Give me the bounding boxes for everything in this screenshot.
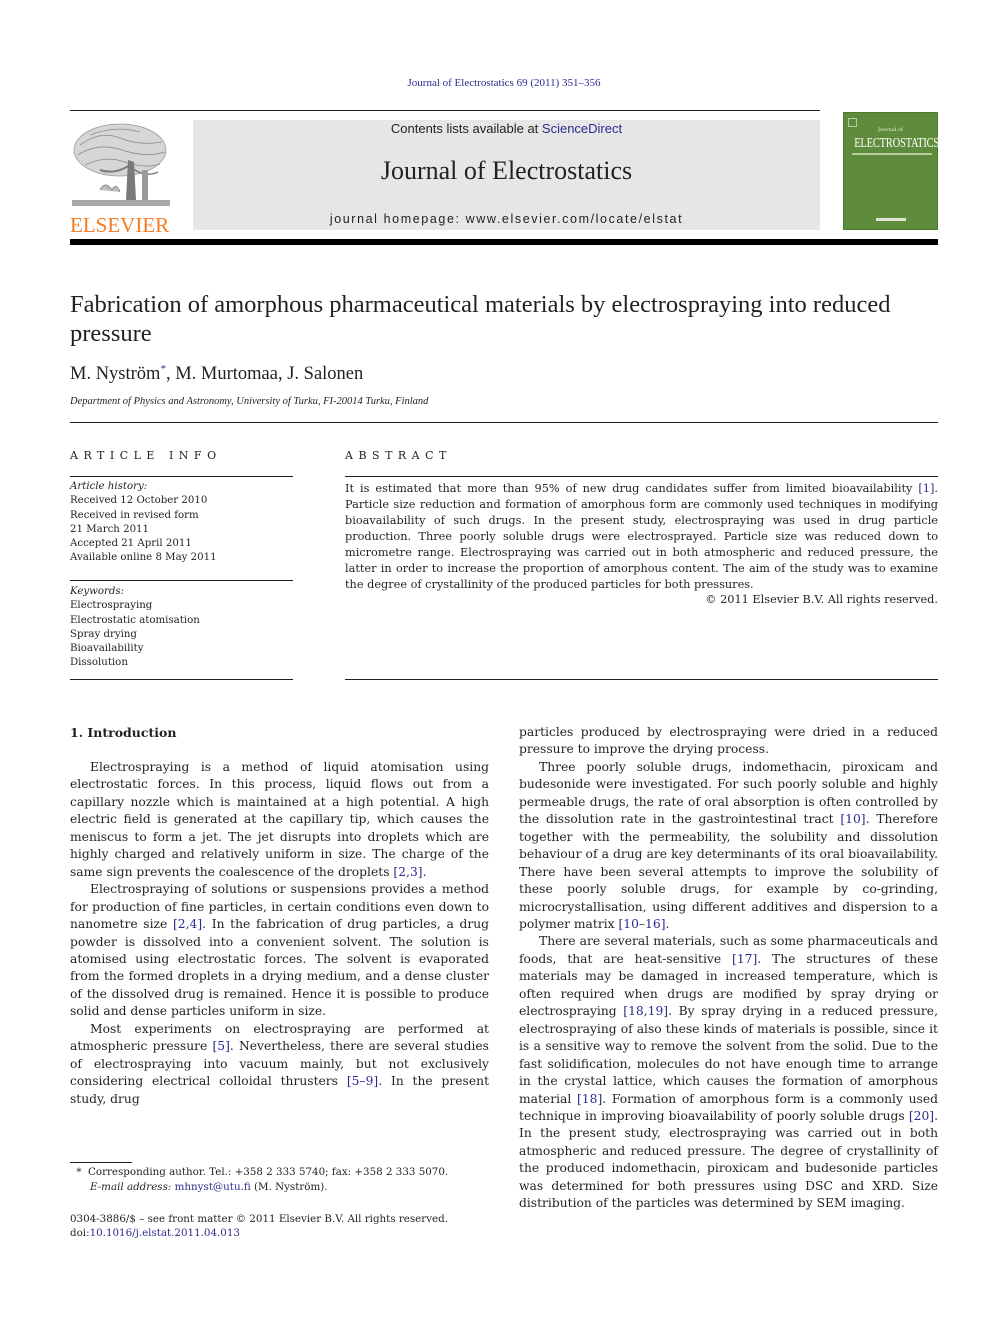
keywords: Keywords: Electrospraying Electrostatic …: [70, 585, 293, 671]
body-paragraph: Three poorly soluble drugs, indomethacin…: [519, 759, 938, 934]
footnote-rule: [70, 1162, 132, 1163]
front-matter-line: 0304-3886/$ – see front matter © 2011 El…: [70, 1213, 448, 1225]
reference-link[interactable]: [10]: [840, 812, 865, 826]
body-paragraph: particles produced by electrospraying we…: [519, 724, 938, 759]
cover-tagline: [852, 153, 932, 155]
history-item: Available online 8 May 2011: [70, 552, 217, 564]
journal-cover-thumbnail[interactable]: Journal of ELECTROSTATICS: [843, 112, 940, 230]
abstract-copyright: © 2011 Elsevier B.V. All rights reserved…: [705, 593, 938, 606]
contents-prefix: Contents lists available at: [390, 121, 542, 136]
corresponding-author-note: Corresponding author. Tel.: +358 2 333 5…: [88, 1166, 449, 1178]
email-label: E-mail address:: [90, 1181, 175, 1193]
cover-publisher-mark: [876, 218, 906, 221]
body-paragraph: Electrospraying is a method of liquid at…: [70, 759, 489, 881]
front-matter: 0304-3886/$ – see front matter © 2011 El…: [70, 1212, 500, 1240]
cover-subtitle: Journal of: [878, 127, 903, 133]
elsevier-tree-icon: [72, 123, 170, 206]
author-separator: ,: [165, 364, 176, 385]
sciencedirect-link[interactable]: ScienceDirect: [542, 121, 622, 136]
journal-citation-link[interactable]: Journal of Electrostatics 69 (2011) 351–…: [0, 77, 992, 89]
article-info-rule: [70, 476, 293, 477]
cover-title: ELECTROSTATICS: [854, 135, 940, 150]
elsevier-logo[interactable]: ELSEVIER: [70, 120, 172, 236]
history-item: Accepted 21 April 2011: [70, 538, 192, 550]
paragraph-text: .: [422, 864, 427, 879]
paragraph-text: . In the fabrication of drug particles, …: [70, 917, 489, 1019]
article-history: Article history: Received 12 October 201…: [70, 480, 293, 566]
reference-link[interactable]: [20]: [909, 1109, 934, 1123]
article-info-heading: ARTICLE INFO: [70, 449, 222, 462]
body-column-right: particles produced by electrospraying we…: [519, 724, 938, 1213]
journal-title: Journal of Electrostatics: [380, 156, 633, 185]
reference-link[interactable]: [5]: [212, 1039, 229, 1053]
email-link[interactable]: mhnyst@utu.fi: [175, 1181, 251, 1193]
journal-homepage[interactable]: journal homepage: www.elsevier.com/locat…: [193, 212, 820, 226]
footnote-corresponding: * Corresponding author. Tel.: +358 2 333 …: [70, 1165, 500, 1195]
abstract-body: It is estimated that more than 95% of ne…: [345, 482, 919, 495]
reference-link[interactable]: [2,4]: [173, 917, 202, 931]
reference-link[interactable]: [18]: [577, 1092, 602, 1106]
abstract-body: . Particle size reduction and formation …: [345, 482, 938, 591]
header-rule: [70, 110, 820, 111]
keywords-label: Keywords:: [70, 586, 125, 597]
paragraph-text: . In the present study, electrospraying …: [519, 1108, 938, 1211]
affiliation: Department of Physics and Astronomy, Uni…: [70, 396, 429, 407]
abstract-text: It is estimated that more than 95% of ne…: [345, 481, 938, 593]
section-heading: 1. Introduction: [70, 725, 177, 740]
history-item: 21 March 2011: [70, 523, 150, 535]
abstract-heading: ABSTRACT: [345, 449, 452, 462]
article-title: Fabrication of amorphous pharmaceutical …: [70, 291, 891, 347]
email-suffix: (M. Nyström).: [250, 1181, 328, 1193]
author-name[interactable]: M. Nyström: [70, 364, 160, 384]
paragraph-text: particles produced by electrospraying we…: [519, 725, 938, 757]
keywords-rule: [70, 580, 293, 581]
article-info-bottom-rule: [70, 679, 293, 680]
journal-masthead: Contents lists available at ScienceDirec…: [193, 120, 820, 230]
reference-link[interactable]: [10–16]: [618, 917, 665, 931]
reference-link[interactable]: [18,19]: [623, 1004, 668, 1018]
abstract-bottom-rule: [345, 679, 938, 680]
author-name[interactable]: J. Salonen: [287, 364, 363, 384]
paragraph-text: Electrospraying is a method of liquid at…: [70, 760, 489, 879]
paragraph-text: . Therefore together with the permeabili…: [519, 812, 938, 931]
body-paragraph: Most experiments on electrospraying are …: [70, 1021, 489, 1108]
reference-link[interactable]: [5–9]: [347, 1074, 378, 1088]
keyword: Bioavailability: [70, 643, 144, 655]
keyword: Electrostatic atomisation: [70, 614, 200, 626]
paragraph-text: . By spray drying in a reduced pressure,…: [519, 1004, 938, 1106]
doi-label: doi:: [70, 1227, 90, 1239]
body-paragraph: Electrospraying of solutions or suspensi…: [70, 881, 489, 1021]
footnote-star: *: [76, 1166, 82, 1178]
history-item: Received in revised form: [70, 509, 199, 521]
title-divider: [70, 422, 938, 423]
author-list: M. Nyström*, M. Murtomaa, J. Salonen: [70, 363, 363, 385]
body-column-left: Electrospraying is a method of liquid at…: [70, 759, 489, 1108]
reference-link[interactable]: [2,3]: [393, 865, 422, 879]
keyword: Electrospraying: [70, 600, 153, 612]
cover-logo-icon: [848, 118, 857, 127]
author-separator: ,: [277, 364, 288, 385]
paragraph-text: .: [665, 916, 670, 931]
keyword: Spray drying: [70, 628, 137, 640]
author-name[interactable]: M. Murtomaa: [175, 364, 278, 384]
history-item: Received 12 October 2010: [70, 495, 208, 507]
contents-line: Contents lists available at ScienceDirec…: [193, 120, 820, 136]
reference-link[interactable]: [17]: [732, 952, 757, 966]
abstract-rule: [345, 476, 938, 477]
header-thick-rule: [70, 239, 938, 245]
elsevier-wordmark: ELSEVIER: [70, 213, 170, 237]
body-paragraph: There are several materials, such as som…: [519, 933, 938, 1212]
article-history-label: Article history:: [70, 481, 148, 492]
keyword: Dissolution: [70, 657, 128, 669]
reference-link[interactable]: [1]: [918, 482, 934, 495]
doi-link[interactable]: 10.1016/j.elstat.2011.04.013: [90, 1227, 240, 1239]
